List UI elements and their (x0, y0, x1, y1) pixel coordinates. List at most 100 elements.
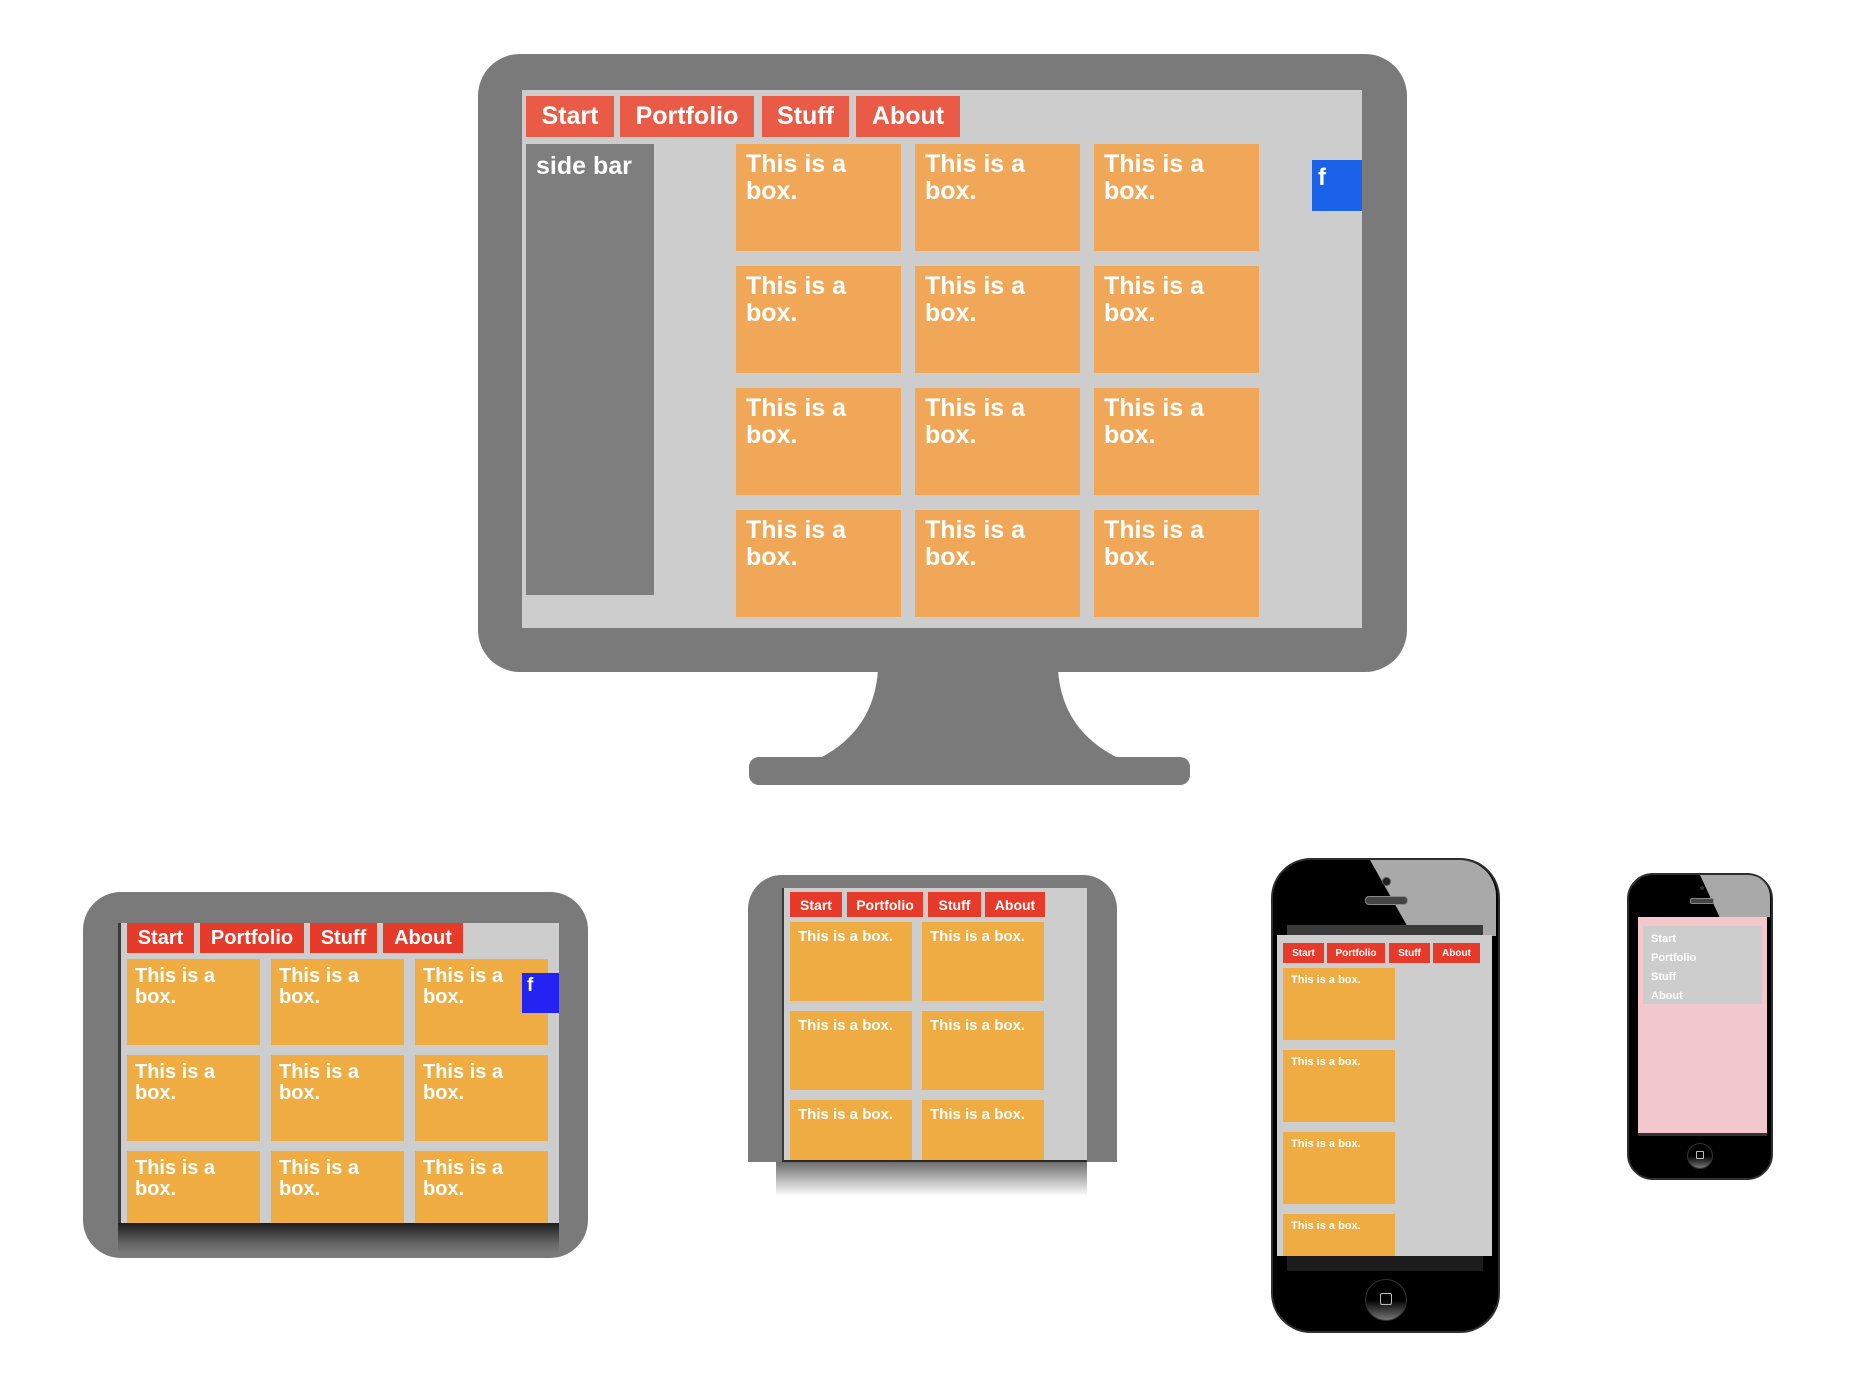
tablet-portrait-screen: Start Portfolio Stuff About This is a bo… (782, 888, 1087, 1162)
phone-bottom-strip (1287, 1256, 1483, 1271)
box-text-line: box. (746, 543, 798, 571)
nav-portfolio[interactable]: Portfolio (847, 892, 923, 917)
content-box: This is a box. (127, 1055, 260, 1141)
box-text-line: box. (135, 1178, 177, 1200)
sidebar-label: side bar (536, 152, 632, 180)
box-text-line: box. (925, 177, 977, 205)
content-box: This is a box. (922, 1100, 1044, 1160)
box-text-line: This is a (925, 272, 1026, 300)
box-text-line: box. (1104, 421, 1156, 449)
mobile-menu: Start Portfolio Stuff About (1643, 926, 1762, 1004)
content-box: This is a box. (1283, 1214, 1395, 1256)
content-box: This is a box. (1094, 266, 1259, 373)
box-text: This is a box. (930, 1017, 1026, 1034)
content-box: This is a box. (915, 144, 1080, 251)
content-box: This is a box. (790, 1011, 912, 1090)
content-box: This is a box. (790, 1100, 912, 1160)
nav-stuff[interactable]: Stuff (310, 923, 377, 953)
box-text-line: This is a (1104, 394, 1205, 422)
content-box: This is a box. (271, 959, 404, 1045)
box-text-line: box. (925, 299, 977, 327)
box-text-line: This is a (423, 1061, 504, 1083)
phone-small-screen: Start Portfolio Stuff About (1638, 917, 1767, 1136)
nav-about[interactable]: About (856, 96, 960, 137)
content-box: This is a box. (1094, 388, 1259, 495)
box-text-line: box. (135, 986, 177, 1008)
nav-start[interactable]: Start (526, 96, 614, 137)
phone-large-screen: Start Portfolio Stuff About This is a bo… (1277, 935, 1492, 1256)
desktop-screen: Start Portfolio Stuff About side bar Thi… (522, 90, 1362, 628)
box-text-line: This is a (279, 1157, 360, 1179)
box-text: This is a box. (798, 1017, 894, 1034)
content-box: This is a box. (790, 922, 912, 1001)
nav-portfolio[interactable]: Portfolio (1327, 943, 1385, 963)
nav-start[interactable]: Start (790, 892, 842, 917)
nav-about[interactable]: About (383, 923, 463, 953)
speaker-icon (1690, 898, 1714, 904)
box-text-line: This is a (746, 272, 847, 300)
box-text-line: This is a (1104, 150, 1205, 178)
content-box: This is a box. (915, 388, 1080, 495)
tablet-landscape-screen: Start Portfolio Stuff About This is a box… (118, 923, 559, 1223)
content-box: This is a box. (915, 510, 1080, 617)
box-text-line: This is a (1104, 516, 1205, 544)
box-text: This is a box. (1291, 1056, 1361, 1068)
box-text-line: This is a (279, 1061, 360, 1083)
menu-item-start[interactable]: Start (1651, 930, 1754, 949)
box-text-line: box. (135, 1082, 177, 1104)
nav-stuff[interactable]: Stuff (762, 96, 849, 137)
menu-item-portfolio[interactable]: Portfolio (1651, 949, 1754, 968)
content-box: This is a box. (415, 1151, 548, 1223)
box-text-line: box. (279, 1178, 321, 1200)
box-text-line: box. (279, 1082, 321, 1104)
content-box: This is a box. (1283, 1132, 1395, 1204)
facebook-icon[interactable]: f (1312, 160, 1362, 211)
camera-icon (1700, 886, 1704, 890)
box-text-line: This is a (925, 394, 1026, 422)
home-button-icon[interactable] (1365, 1279, 1407, 1321)
nav-stuff[interactable]: Stuff (928, 892, 981, 917)
menu-item-about[interactable]: About (1651, 987, 1754, 1006)
facebook-icon[interactable]: f (522, 973, 559, 1013)
box-text-line: This is a (925, 516, 1026, 544)
nav-start[interactable]: Start (1283, 943, 1324, 963)
nav-start[interactable]: Start (127, 923, 194, 953)
box-text-line: box. (1104, 543, 1156, 571)
box-text: This is a box. (1291, 1220, 1361, 1232)
nav-portfolio[interactable]: Portfolio (620, 96, 754, 137)
content-box: This is a box. (736, 510, 901, 617)
box-text: This is a box. (798, 1106, 894, 1123)
nav-about[interactable]: About (1433, 943, 1480, 963)
box-text: This is a box. (930, 1106, 1026, 1123)
box-text-line: box. (1104, 177, 1156, 205)
box-text-line: box. (746, 177, 798, 205)
nav-stuff[interactable]: Stuff (1389, 943, 1430, 963)
nav-about[interactable]: About (985, 892, 1045, 917)
content-box: This is a box. (1094, 144, 1259, 251)
box-text-line: box. (279, 986, 321, 1008)
content-box: This is a box. (736, 266, 901, 373)
menu-item-stuff[interactable]: Stuff (1651, 968, 1754, 987)
box-text: This is a box. (930, 928, 1026, 945)
home-button-icon[interactable] (1687, 1143, 1713, 1169)
box-text-line: This is a (135, 1157, 216, 1179)
box-text-line: This is a (925, 150, 1026, 178)
box-text: This is a box. (798, 928, 894, 945)
desktop-monitor-stand (749, 670, 1190, 785)
content-box: This is a box. (736, 388, 901, 495)
tablet-portrait-shadow (776, 1162, 1087, 1196)
content-box: This is a box. (1283, 968, 1395, 1040)
box-text-line: box. (1104, 299, 1156, 327)
content-box: This is a box. (271, 1055, 404, 1141)
sidebar: side bar (526, 144, 654, 595)
tablet-landscape-shadow (118, 1223, 559, 1253)
box-text-line: This is a (746, 516, 847, 544)
content-box: This is a box. (415, 1055, 548, 1141)
box-text-line: This is a (746, 394, 847, 422)
content-box: This is a box. (1283, 1050, 1395, 1122)
box-text-line: This is a (423, 1157, 504, 1179)
content-box: This is a box. (127, 1151, 260, 1223)
content-box: This is a box. (1094, 510, 1259, 617)
box-text-line: This is a (135, 1061, 216, 1083)
nav-portfolio[interactable]: Portfolio (200, 923, 304, 953)
